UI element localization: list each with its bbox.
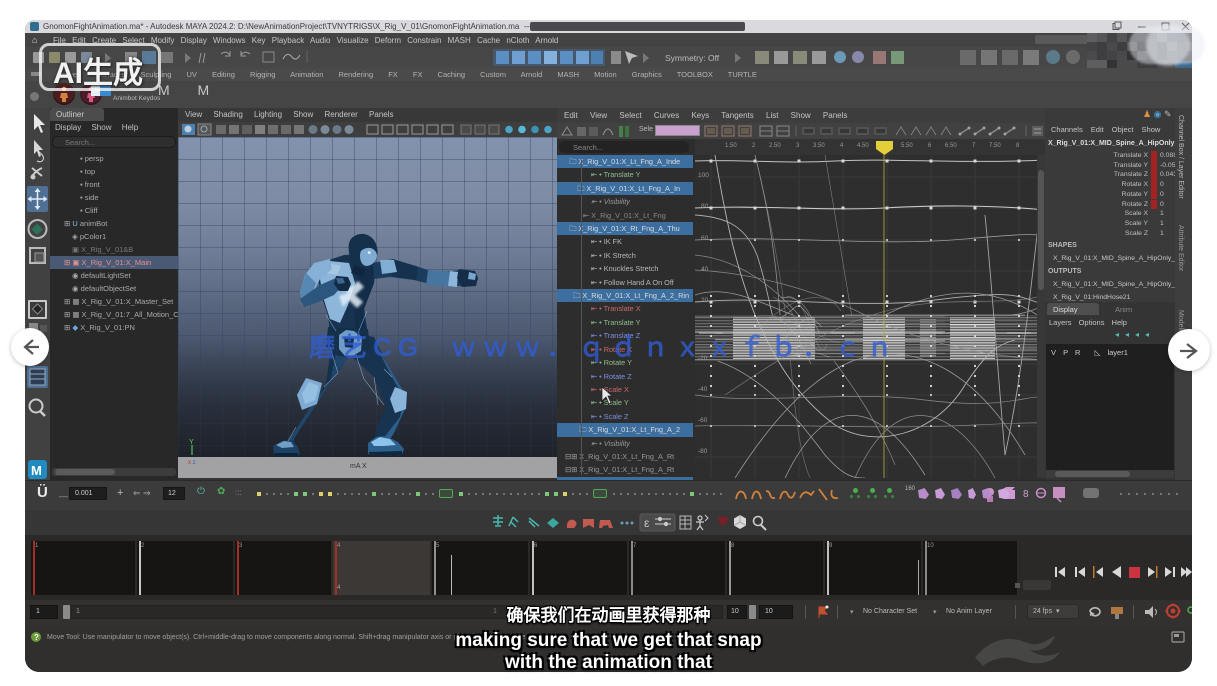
svg-text:Y: Y: [189, 439, 194, 446]
svg-text:Symmetry: Off: Symmetry: Off: [665, 53, 720, 63]
svg-text:ε: ε: [644, 516, 650, 530]
svg-text:M: M: [31, 463, 42, 478]
svg-text:8: 8: [1023, 489, 1029, 500]
